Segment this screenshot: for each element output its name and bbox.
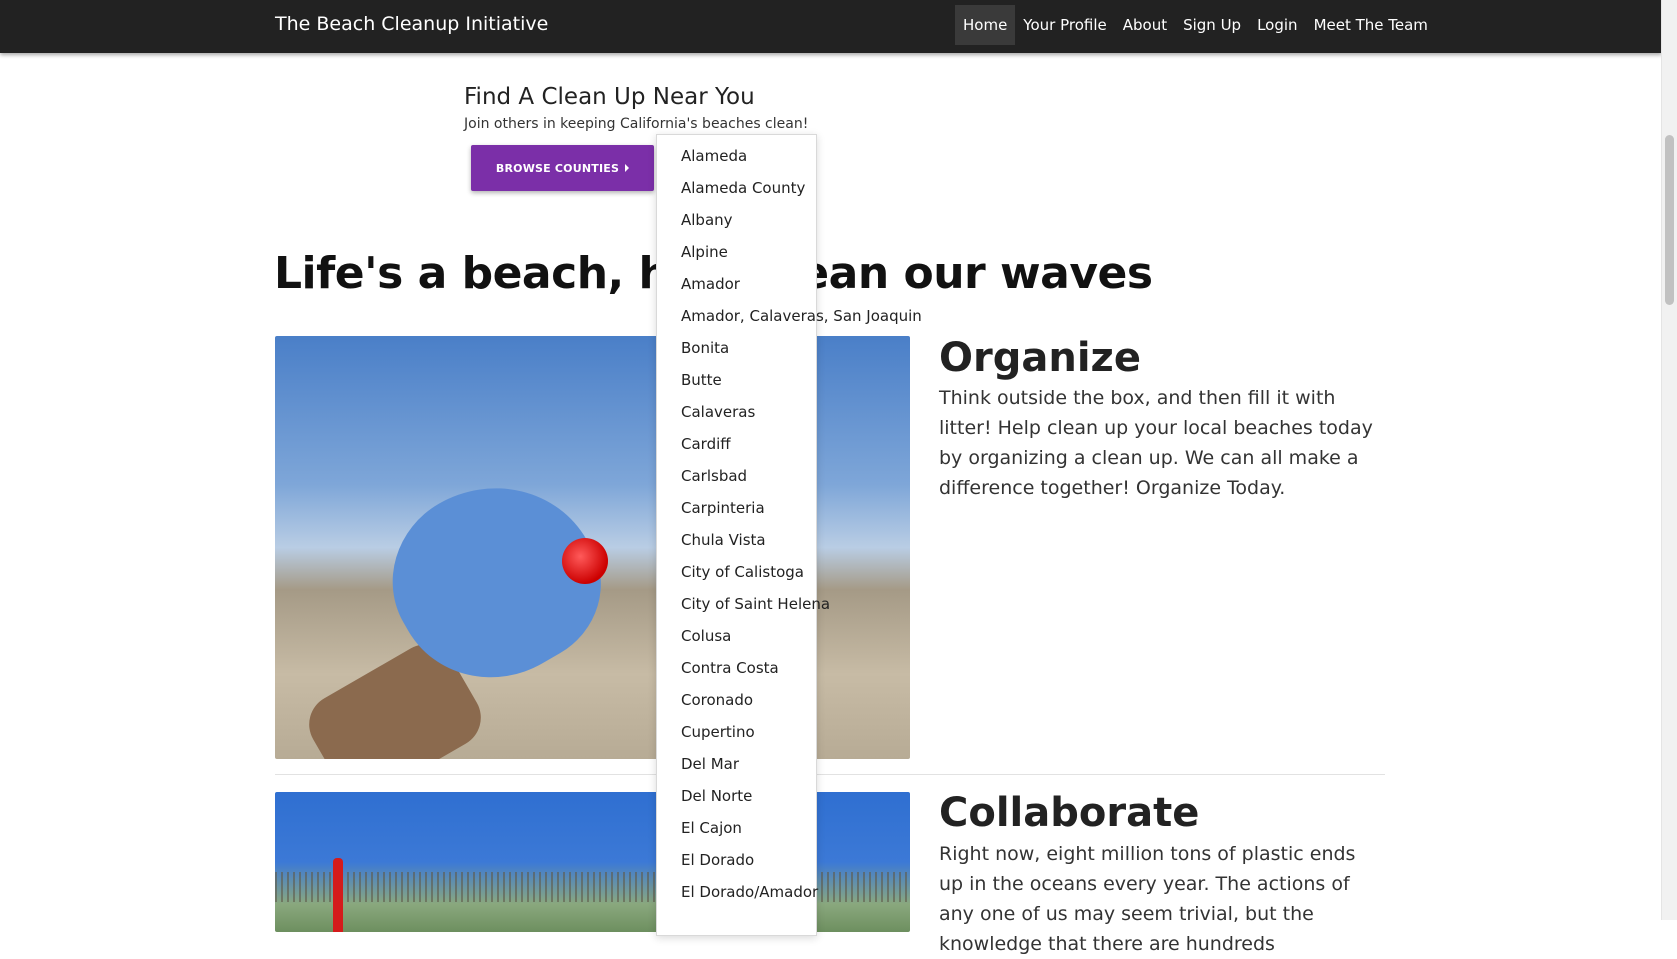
county-item[interactable]: Carpinteria bbox=[657, 492, 922, 524]
county-item[interactable]: Contra Costa bbox=[657, 652, 922, 684]
county-item[interactable]: Chula Vista bbox=[657, 524, 922, 556]
nav-meet-the-team[interactable]: Meet The Team bbox=[1306, 5, 1436, 45]
county-item[interactable]: Coronado bbox=[657, 684, 922, 716]
nav-about[interactable]: About bbox=[1115, 5, 1175, 45]
navbar: The Beach Cleanup Initiative Home Your P… bbox=[0, 0, 1662, 53]
county-item[interactable]: Carlsbad bbox=[657, 460, 922, 492]
browse-counties-label: BROWSE COUNTIES bbox=[495, 161, 620, 175]
section-body-collaborate: Right now, eight million tons of plastic… bbox=[939, 843, 1356, 955]
red-cap-shape bbox=[562, 538, 608, 584]
county-item[interactable]: Cupertino bbox=[657, 716, 922, 748]
county-item[interactable]: Cardiff bbox=[657, 428, 922, 460]
caret-right-icon bbox=[625, 164, 630, 172]
section-title-collaborate: Collaborate bbox=[939, 790, 1200, 836]
county-item[interactable]: Bonita bbox=[657, 332, 922, 364]
county-item[interactable]: Del Norte bbox=[657, 780, 922, 812]
county-item[interactable]: Alameda bbox=[657, 140, 922, 172]
nav-sign-up[interactable]: Sign Up bbox=[1175, 5, 1249, 45]
county-item[interactable]: Del Mar bbox=[657, 748, 922, 780]
county-item[interactable]: Alameda County bbox=[657, 172, 922, 204]
nav-links: Home Your Profile About Sign Up Login Me… bbox=[955, 5, 1662, 45]
county-item[interactable]: Butte bbox=[657, 364, 922, 396]
county-item[interactable]: Alpine bbox=[657, 236, 922, 268]
section-body-organize: Think outside the box, and then fill it … bbox=[939, 387, 1373, 499]
county-item[interactable]: City of Saint Helena bbox=[657, 588, 922, 620]
flag-marker-shape bbox=[333, 858, 343, 932]
counties-list: Alameda Alameda County Albany Alpine Ama… bbox=[657, 140, 922, 908]
county-item[interactable]: El Dorado/Amador bbox=[657, 876, 922, 908]
brand-link[interactable]: The Beach Cleanup Initiative bbox=[275, 12, 548, 36]
county-item[interactable]: Amador, Calaveras, San Joaquin bbox=[657, 300, 922, 332]
find-title: Find A Clean Up Near You bbox=[464, 84, 755, 110]
county-item[interactable]: City of Calistoga bbox=[657, 556, 922, 588]
browse-counties-button[interactable]: BROWSE COUNTIES bbox=[471, 145, 654, 191]
scrollbar-thumb[interactable] bbox=[1665, 135, 1674, 305]
page-scrollbar[interactable] bbox=[1661, 0, 1677, 920]
find-subtitle: Join others in keeping California's beac… bbox=[464, 116, 809, 132]
county-item[interactable]: Albany bbox=[657, 204, 922, 236]
nav-home[interactable]: Home bbox=[955, 5, 1016, 45]
county-item[interactable]: El Cajon bbox=[657, 812, 922, 844]
nav-login[interactable]: Login bbox=[1249, 5, 1305, 45]
counties-dropdown[interactable]: Alameda Alameda County Albany Alpine Ama… bbox=[656, 134, 922, 936]
county-item[interactable]: El Dorado bbox=[657, 844, 922, 876]
section-title-organize: Organize bbox=[939, 335, 1141, 381]
county-item[interactable]: Colusa bbox=[657, 620, 922, 652]
county-item[interactable]: Amador bbox=[657, 268, 922, 300]
nav-your-profile[interactable]: Your Profile bbox=[1015, 5, 1114, 45]
county-item[interactable]: Calaveras bbox=[657, 396, 922, 428]
